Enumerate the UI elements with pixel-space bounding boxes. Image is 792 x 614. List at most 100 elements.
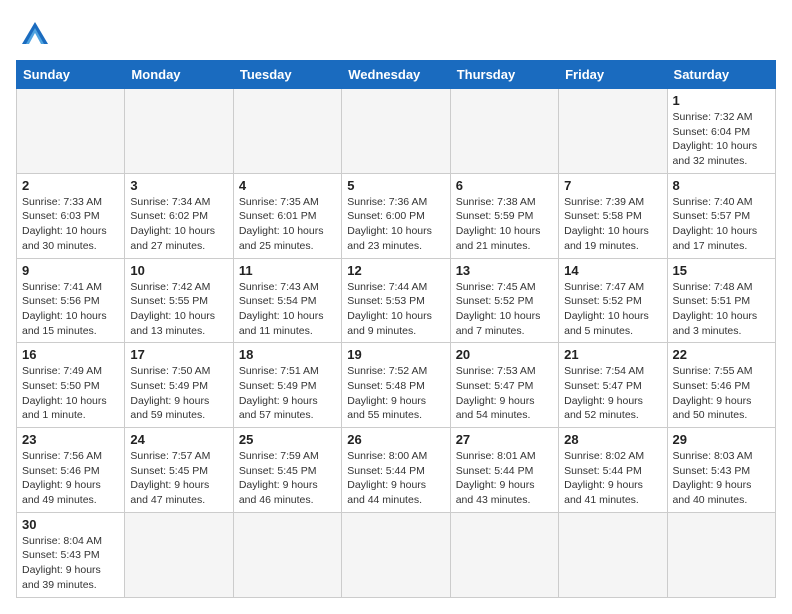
calendar-day-25: 25Sunrise: 7:59 AMSunset: 5:45 PMDayligh… xyxy=(233,428,341,513)
calendar-day-17: 17 Sunrise: 7:50 AMSunset: 5:49 PMDayligh… xyxy=(125,343,233,428)
day-number: 26 xyxy=(347,432,444,447)
day-number: 13 xyxy=(456,263,553,278)
logo-icon xyxy=(16,16,54,48)
day-number: 28 xyxy=(564,432,661,447)
calendar-day-30: 30 Sunrise: 8:04 AMSunset: 5:43 PMDayligh… xyxy=(17,512,125,597)
calendar-day-11: 11Sunrise: 7:43 AMSunset: 5:54 PMDayligh… xyxy=(233,258,341,343)
calendar-day-21: 21 Sunrise: 7:54 AMSunset: 5:47 PMDayligh… xyxy=(559,343,667,428)
calendar-day-12: 12 Sunrise: 7:44 AMSunset: 5:53 PMDayligh… xyxy=(342,258,450,343)
calendar-day-20: 20Sunrise: 7:53 AMSunset: 5:47 PMDayligh… xyxy=(450,343,558,428)
day-info: Sunrise: 7:34 AMSunset: 6:02 PMDaylight:… xyxy=(130,195,227,254)
day-number: 8 xyxy=(673,178,770,193)
page-header xyxy=(16,16,776,48)
day-info: Sunrise: 7:50 AMSunset: 5:49 PMDaylight:… xyxy=(130,364,227,423)
calendar-day-23: 23 Sunrise: 7:56 AMSunset: 5:46 PMDayligh… xyxy=(17,428,125,513)
day-info: Sunrise: 7:32 AMSunset: 6:04 PMDaylight:… xyxy=(673,110,770,169)
day-info: Sunrise: 7:33 AMSunset: 6:03 PMDaylight:… xyxy=(22,195,119,254)
calendar-day-15: 15 Sunrise: 7:48 AMSunset: 5:51 PMDayligh… xyxy=(667,258,775,343)
day-info: Sunrise: 7:41 AMSunset: 5:56 PMDaylight:… xyxy=(22,280,119,339)
day-number: 16 xyxy=(22,347,119,362)
calendar-day-6: 6 Sunrise: 7:38 AMSunset: 5:59 PMDaylight… xyxy=(450,173,558,258)
day-number: 9 xyxy=(22,263,119,278)
calendar-week-row: 9 Sunrise: 7:41 AMSunset: 5:56 PMDaylight… xyxy=(17,258,776,343)
calendar-day-4: 4 Sunrise: 7:35 AMSunset: 6:01 PMDaylight… xyxy=(233,173,341,258)
day-number: 23 xyxy=(22,432,119,447)
calendar-empty-cell xyxy=(559,512,667,597)
day-info: Sunrise: 7:36 AMSunset: 6:00 PMDaylight:… xyxy=(347,195,444,254)
day-info: Sunrise: 7:55 AMSunset: 5:46 PMDaylight:… xyxy=(673,364,770,423)
calendar-empty-cell xyxy=(450,512,558,597)
day-info: Sunrise: 8:04 AMSunset: 5:43 PMDaylight:… xyxy=(22,534,119,593)
day-number: 18 xyxy=(239,347,336,362)
calendar-empty-cell xyxy=(125,512,233,597)
day-number: 21 xyxy=(564,347,661,362)
calendar-day-13: 13 Sunrise: 7:45 AMSunset: 5:52 PMDayligh… xyxy=(450,258,558,343)
calendar-day-19: 19Sunrise: 7:52 AMSunset: 5:48 PMDayligh… xyxy=(342,343,450,428)
calendar-day-2: 2 Sunrise: 7:33 AMSunset: 6:03 PMDaylight… xyxy=(17,173,125,258)
day-number: 27 xyxy=(456,432,553,447)
day-number: 14 xyxy=(564,263,661,278)
day-number: 29 xyxy=(673,432,770,447)
day-info: Sunrise: 8:00 AMSunset: 5:44 PMDaylight:… xyxy=(347,449,444,508)
day-number: 6 xyxy=(456,178,553,193)
calendar-empty-cell xyxy=(233,512,341,597)
day-info: Sunrise: 7:42 AMSunset: 5:55 PMDaylight:… xyxy=(130,280,227,339)
day-number: 30 xyxy=(22,517,119,532)
day-info: Sunrise: 7:35 AMSunset: 6:01 PMDaylight:… xyxy=(239,195,336,254)
calendar-empty-cell xyxy=(667,512,775,597)
day-number: 24 xyxy=(130,432,227,447)
weekday-header-monday: Monday xyxy=(125,61,233,89)
day-info: Sunrise: 7:57 AMSunset: 5:45 PMDaylight:… xyxy=(130,449,227,508)
day-info: Sunrise: 7:54 AMSunset: 5:47 PMDaylight:… xyxy=(564,364,661,423)
calendar-empty-cell xyxy=(342,512,450,597)
day-info: Sunrise: 7:44 AMSunset: 5:53 PMDaylight:… xyxy=(347,280,444,339)
day-number: 3 xyxy=(130,178,227,193)
calendar-day-1: 1Sunrise: 7:32 AMSunset: 6:04 PMDaylight… xyxy=(667,89,775,174)
day-number: 15 xyxy=(673,263,770,278)
calendar-week-row: 16 Sunrise: 7:49 AMSunset: 5:50 PMDayligh… xyxy=(17,343,776,428)
day-number: 5 xyxy=(347,178,444,193)
day-info: Sunrise: 7:51 AMSunset: 5:49 PMDaylight:… xyxy=(239,364,336,423)
calendar-day-24: 24 Sunrise: 7:57 AMSunset: 5:45 PMDayligh… xyxy=(125,428,233,513)
day-info: Sunrise: 7:49 AMSunset: 5:50 PMDaylight:… xyxy=(22,364,119,423)
weekday-header-wednesday: Wednesday xyxy=(342,61,450,89)
weekday-header-thursday: Thursday xyxy=(450,61,558,89)
day-number: 12 xyxy=(347,263,444,278)
weekday-header-row: SundayMondayTuesdayWednesdayThursdayFrid… xyxy=(17,61,776,89)
calendar-day-10: 10 Sunrise: 7:42 AMSunset: 5:55 PMDayligh… xyxy=(125,258,233,343)
calendar-empty-cell xyxy=(342,89,450,174)
day-info: Sunrise: 7:59 AMSunset: 5:45 PMDaylight:… xyxy=(239,449,336,508)
day-number: 2 xyxy=(22,178,119,193)
day-number: 17 xyxy=(130,347,227,362)
calendar-empty-cell xyxy=(233,89,341,174)
calendar-empty-cell xyxy=(559,89,667,174)
calendar-day-18: 18 Sunrise: 7:51 AMSunset: 5:49 PMDayligh… xyxy=(233,343,341,428)
day-info: Sunrise: 7:47 AMSunset: 5:52 PMDaylight:… xyxy=(564,280,661,339)
day-info: Sunrise: 7:56 AMSunset: 5:46 PMDaylight:… xyxy=(22,449,119,508)
calendar-day-9: 9 Sunrise: 7:41 AMSunset: 5:56 PMDaylight… xyxy=(17,258,125,343)
day-info: Sunrise: 8:02 AMSunset: 5:44 PMDaylight:… xyxy=(564,449,661,508)
calendar-day-27: 27 Sunrise: 8:01 AMSunset: 5:44 PMDayligh… xyxy=(450,428,558,513)
day-info: Sunrise: 7:48 AMSunset: 5:51 PMDaylight:… xyxy=(673,280,770,339)
calendar-day-5: 5 Sunrise: 7:36 AMSunset: 6:00 PMDaylight… xyxy=(342,173,450,258)
weekday-header-tuesday: Tuesday xyxy=(233,61,341,89)
day-info: Sunrise: 7:38 AMSunset: 5:59 PMDaylight:… xyxy=(456,195,553,254)
day-info: Sunrise: 7:45 AMSunset: 5:52 PMDaylight:… xyxy=(456,280,553,339)
calendar-day-7: 7Sunrise: 7:39 AMSunset: 5:58 PMDaylight… xyxy=(559,173,667,258)
calendar-day-29: 29 Sunrise: 8:03 AMSunset: 5:43 PMDayligh… xyxy=(667,428,775,513)
day-number: 10 xyxy=(130,263,227,278)
calendar-day-16: 16 Sunrise: 7:49 AMSunset: 5:50 PMDayligh… xyxy=(17,343,125,428)
calendar-empty-cell xyxy=(125,89,233,174)
calendar-empty-cell xyxy=(17,89,125,174)
day-number: 4 xyxy=(239,178,336,193)
calendar-week-row: 23 Sunrise: 7:56 AMSunset: 5:46 PMDayligh… xyxy=(17,428,776,513)
calendar-day-3: 3 Sunrise: 7:34 AMSunset: 6:02 PMDaylight… xyxy=(125,173,233,258)
day-info: Sunrise: 7:40 AMSunset: 5:57 PMDaylight:… xyxy=(673,195,770,254)
day-info: Sunrise: 8:03 AMSunset: 5:43 PMDaylight:… xyxy=(673,449,770,508)
calendar-week-row: 30 Sunrise: 8:04 AMSunset: 5:43 PMDayligh… xyxy=(17,512,776,597)
calendar-day-28: 28 Sunrise: 8:02 AMSunset: 5:44 PMDayligh… xyxy=(559,428,667,513)
day-number: 19 xyxy=(347,347,444,362)
day-info: Sunrise: 8:01 AMSunset: 5:44 PMDaylight:… xyxy=(456,449,553,508)
calendar-empty-cell xyxy=(450,89,558,174)
day-info: Sunrise: 7:39 AMSunset: 5:58 PMDaylight:… xyxy=(564,195,661,254)
